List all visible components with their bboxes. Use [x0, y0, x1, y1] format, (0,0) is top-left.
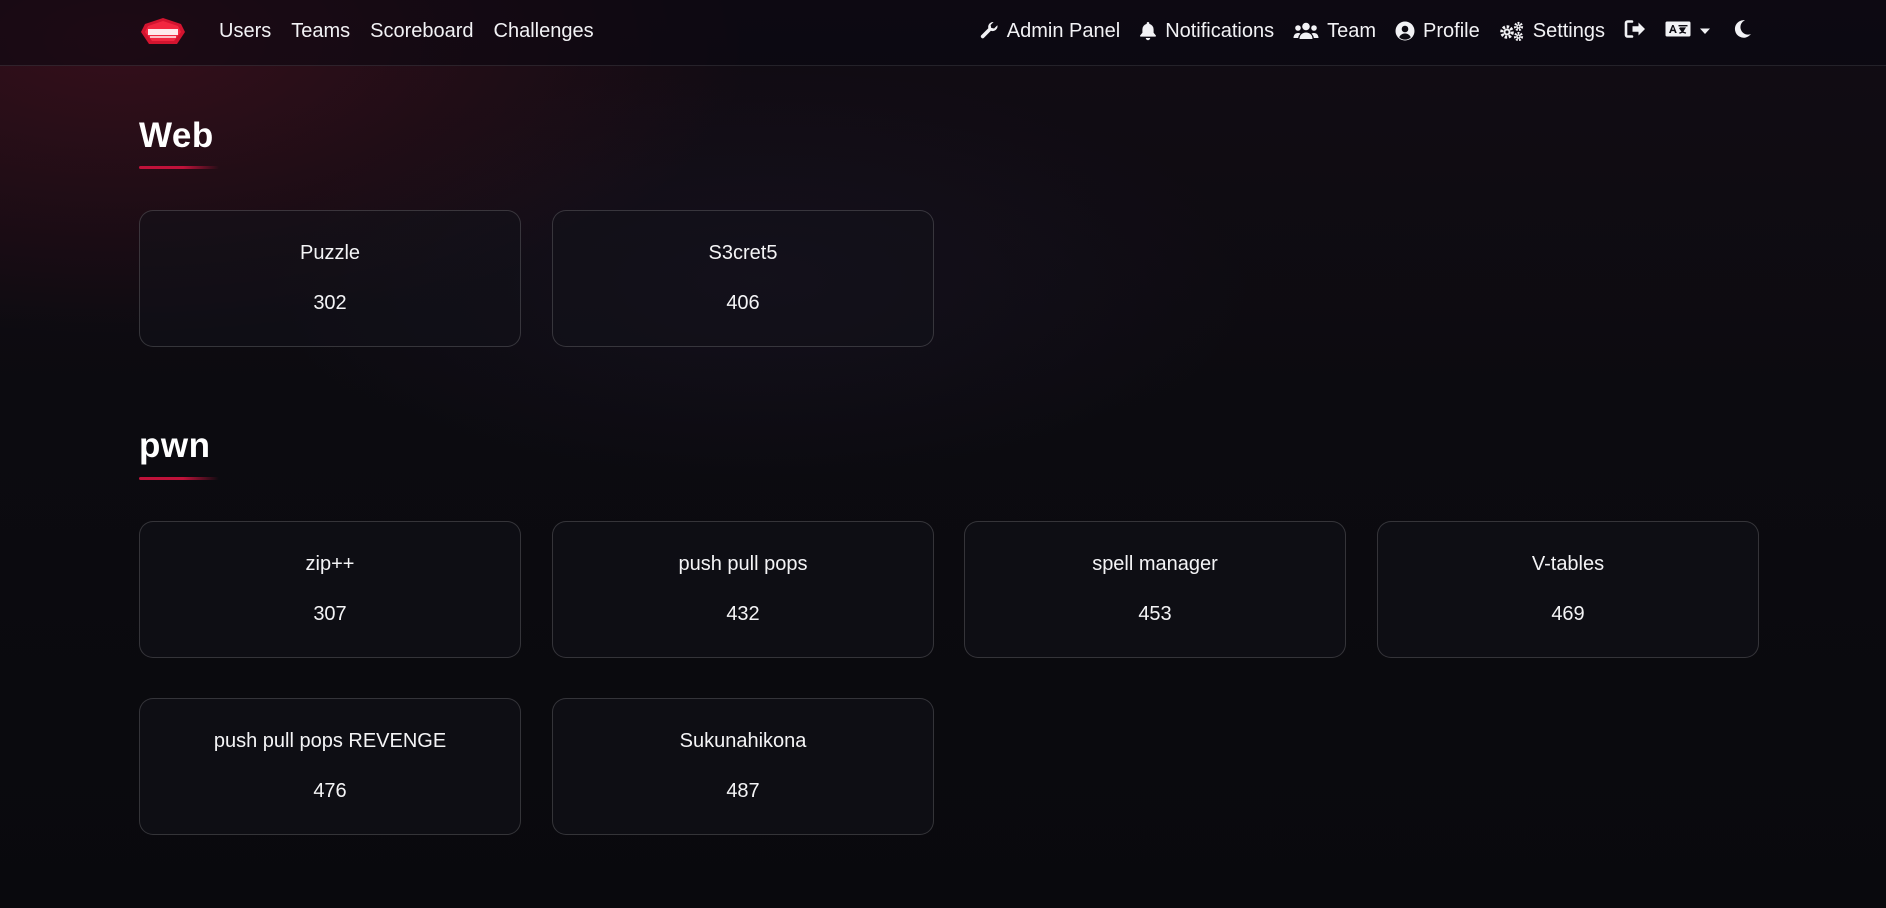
- users-icon: [1293, 21, 1319, 41]
- challenge-name: Puzzle: [299, 242, 361, 264]
- challenge-value: 476: [313, 780, 347, 802]
- category-underline: [139, 166, 219, 169]
- challenge-name: Sukunahikona: [679, 730, 807, 752]
- nav-notifications-link[interactable]: Notifications: [1139, 20, 1274, 43]
- challenge-value: 469: [1551, 603, 1585, 625]
- cogs-icon: [1499, 21, 1525, 41]
- challenge-name: push pull pops REVENGE: [213, 730, 447, 752]
- wrench-icon: [979, 21, 999, 41]
- challenge-card[interactable]: Puzzle 302: [139, 210, 521, 347]
- challenge-name: V-tables: [1531, 553, 1605, 575]
- nav-settings-label: Settings: [1532, 19, 1605, 42]
- challenge-value: 453: [1138, 603, 1172, 625]
- category-title-web: Web: [139, 116, 214, 155]
- challenge-value: 487: [726, 780, 760, 802]
- nav-challenges-link[interactable]: Challenges: [494, 20, 594, 43]
- user-circle-icon: [1395, 21, 1415, 41]
- challenge-card[interactable]: push pull pops 432: [552, 521, 934, 658]
- challenge-value: 406: [726, 292, 760, 314]
- challenge-value: 302: [313, 292, 347, 314]
- language-dropdown[interactable]: [1665, 20, 1711, 43]
- top-navbar: Users Teams Scoreboard Challenges Admin …: [0, 0, 1886, 66]
- nav-users-label: Users: [219, 19, 272, 42]
- challenge-name: S3cret5: [708, 242, 778, 264]
- nav-team-label: Team: [1327, 19, 1377, 42]
- language-icon: [1665, 20, 1691, 43]
- category-title-pwn: pwn: [139, 426, 211, 465]
- ctf-logo[interactable]: [140, 17, 186, 47]
- chevron-down-icon: [1699, 22, 1711, 40]
- challenge-card[interactable]: spell manager 453: [964, 521, 1346, 658]
- moon-icon: [1734, 19, 1752, 44]
- logout-icon: [1624, 19, 1646, 44]
- challenge-card[interactable]: V-tables 469: [1377, 521, 1759, 658]
- bell-icon: [1139, 21, 1157, 41]
- challenge-value: 307: [313, 603, 347, 625]
- category-underline: [139, 477, 219, 480]
- secondary-nav: Admin Panel Notifications Team Profile S…: [979, 0, 1752, 62]
- primary-nav: Users Teams Scoreboard Challenges: [219, 0, 594, 62]
- nav-scoreboard-label: Scoreboard: [370, 19, 474, 42]
- challenge-card[interactable]: S3cret5 406: [552, 210, 934, 347]
- nav-notifications-label: Notifications: [1165, 19, 1275, 42]
- theme-toggle-button[interactable]: [1734, 19, 1752, 44]
- nav-profile-label: Profile: [1423, 19, 1480, 42]
- challenge-name: zip++: [305, 553, 355, 575]
- nav-teams-link[interactable]: Teams: [291, 20, 350, 43]
- nav-challenges-label: Challenges: [493, 19, 594, 42]
- logout-button[interactable]: [1624, 19, 1646, 44]
- challenge-card[interactable]: Sukunahikona 487: [552, 698, 934, 835]
- challenge-card[interactable]: push pull pops REVENGE 476: [139, 698, 521, 835]
- nav-admin-panel-link[interactable]: Admin Panel: [979, 20, 1120, 43]
- challenge-card[interactable]: zip++ 307: [139, 521, 521, 658]
- challenge-name: spell manager: [1092, 553, 1218, 575]
- nav-profile-link[interactable]: Profile: [1395, 20, 1480, 43]
- nav-scoreboard-link[interactable]: Scoreboard: [370, 20, 473, 43]
- nav-users-link[interactable]: Users: [219, 20, 271, 43]
- nav-settings-link[interactable]: Settings: [1499, 20, 1605, 43]
- nav-team-link[interactable]: Team: [1293, 20, 1376, 43]
- challenge-name: push pull pops: [678, 553, 808, 575]
- nav-admin-panel-label: Admin Panel: [1006, 19, 1121, 42]
- nav-teams-label: Teams: [291, 19, 351, 42]
- challenge-value: 432: [726, 603, 760, 625]
